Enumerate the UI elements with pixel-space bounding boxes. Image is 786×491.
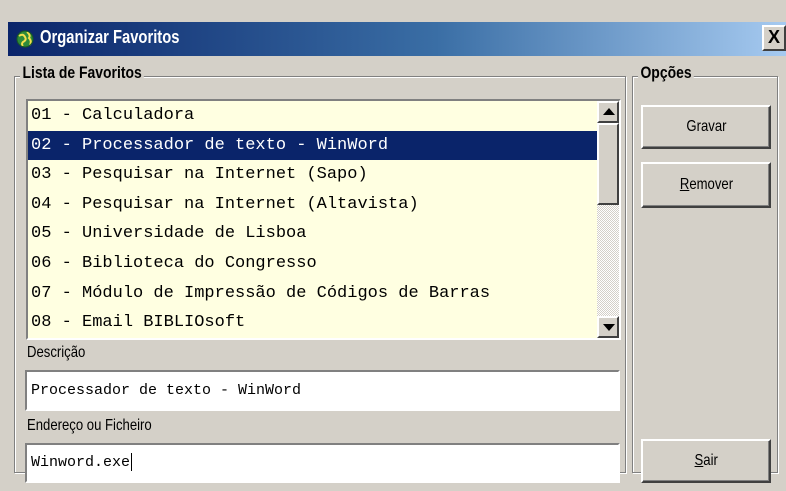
exit-button-label: Sair bbox=[694, 452, 718, 469]
list-item[interactable]: 04 - Pesquisar na Internet (Altavista) bbox=[28, 190, 597, 220]
save-button[interactable]: Gravar bbox=[641, 105, 771, 149]
remove-button-label: Remover bbox=[679, 176, 733, 193]
list-item[interactable]: 05 - Universidade de Lisboa bbox=[28, 219, 597, 249]
list-item[interactable]: 01 - Calculadora bbox=[28, 101, 597, 131]
address-value: Winword.exe bbox=[31, 454, 131, 471]
arrow-up-icon bbox=[603, 108, 615, 115]
list-item[interactable]: 08 - Email BIBLIOsoft bbox=[28, 308, 597, 338]
close-button[interactable]: X bbox=[762, 25, 786, 51]
text-caret bbox=[131, 453, 133, 472]
save-button-label: Gravar bbox=[685, 118, 727, 135]
remove-button[interactable]: Remover bbox=[641, 162, 771, 208]
address-label: Endereço ou Ficheiro bbox=[27, 417, 152, 434]
address-field[interactable]: Winword.exe bbox=[25, 443, 620, 483]
list-item[interactable]: 06 - Biblioteca do Congresso bbox=[28, 249, 597, 279]
description-value: Processador de texto - WinWord bbox=[31, 382, 302, 399]
arrow-down-icon bbox=[603, 324, 615, 331]
list-item[interactable]: 02 - Processador de texto - WinWord bbox=[28, 130, 597, 161]
exit-button[interactable]: Sair bbox=[641, 439, 771, 483]
scroll-down-button[interactable] bbox=[597, 316, 619, 338]
list-item[interactable]: 07 - Módulo de Impressão de Códigos de B… bbox=[28, 279, 597, 309]
organizar-favoritos-dialog: Organizar Favoritos X Lista de Favoritos… bbox=[0, 0, 786, 491]
description-label: Descrição bbox=[27, 344, 86, 361]
favorites-list-items: 01 - Calculadora 02 - Processador de text… bbox=[28, 101, 597, 338]
scroll-thumb[interactable] bbox=[597, 123, 619, 205]
favorites-listbox[interactable]: 01 - Calculadora 02 - Processador de text… bbox=[26, 99, 621, 340]
favorites-group-label: Lista de Favoritos bbox=[20, 63, 145, 83]
window-title: Organizar Favoritos bbox=[40, 27, 180, 47]
list-item[interactable]: 03 - Pesquisar na Internet (Sapo) bbox=[28, 160, 597, 190]
title-bar[interactable]: Organizar Favoritos X bbox=[8, 22, 786, 56]
favorites-scrollbar[interactable] bbox=[597, 101, 619, 338]
close-icon: X bbox=[767, 27, 780, 47]
scroll-up-button[interactable] bbox=[597, 101, 619, 123]
description-field[interactable]: Processador de texto - WinWord bbox=[25, 370, 620, 411]
options-group-label: Opções bbox=[638, 63, 695, 83]
globe-icon bbox=[16, 30, 34, 48]
